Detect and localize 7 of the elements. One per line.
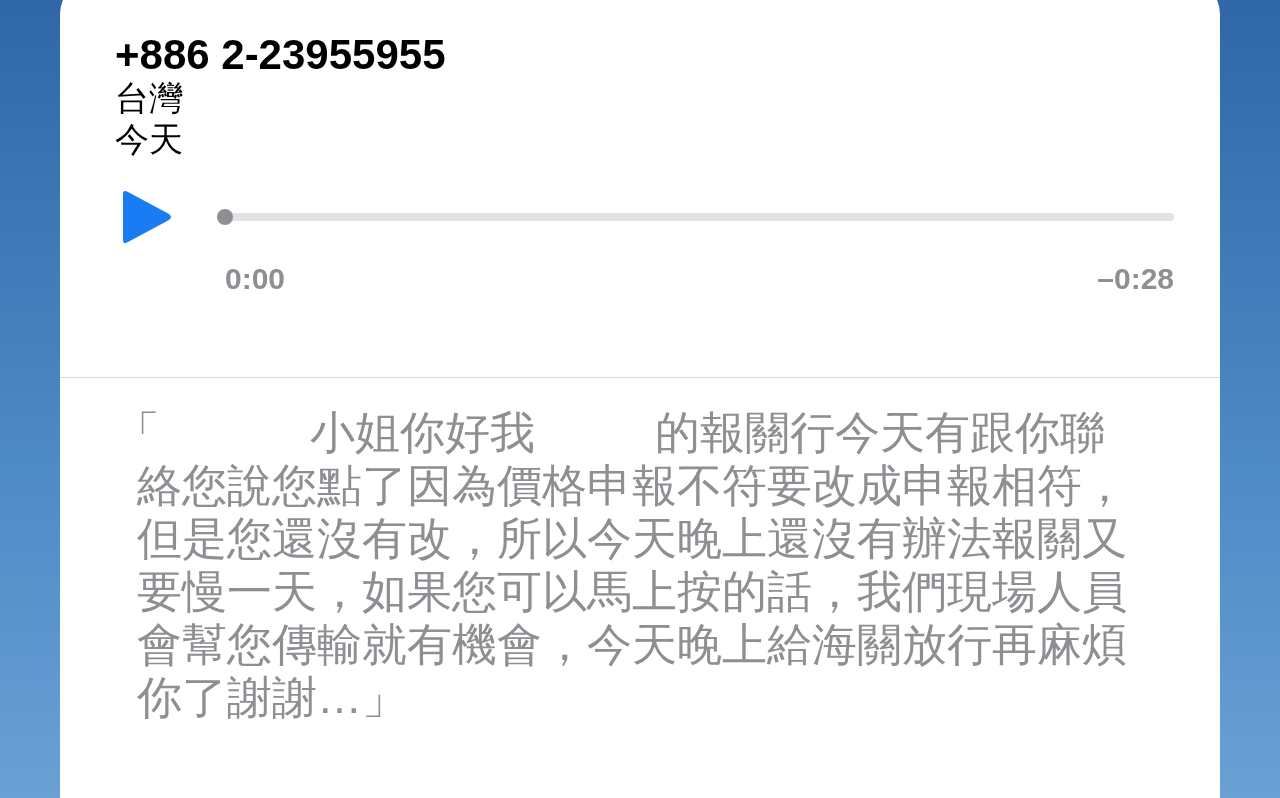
transcript-text: 「 小姐你好我 的報關行今天有跟你聯絡您說您點了因為價格申報不符要改成申報相符，但是您還沒有改，所以今天晚上還沒有辦法報關又要慢一天，如果您可以馬上按的話，我們現場人員會幫您傳輸就有機會，今天晚上給海關放行再麻煩你了謝謝…」 <box>115 406 1128 724</box>
caller-number: +886 2-23955955 <box>115 32 447 79</box>
voicemail-date: 今天 <box>115 119 184 160</box>
caller-location: 台灣 <box>115 78 184 119</box>
elapsed-time: 0:00 <box>225 260 286 297</box>
progress-slider[interactable] <box>217 208 1174 225</box>
remaining-time: –0:28 <box>1097 260 1174 297</box>
